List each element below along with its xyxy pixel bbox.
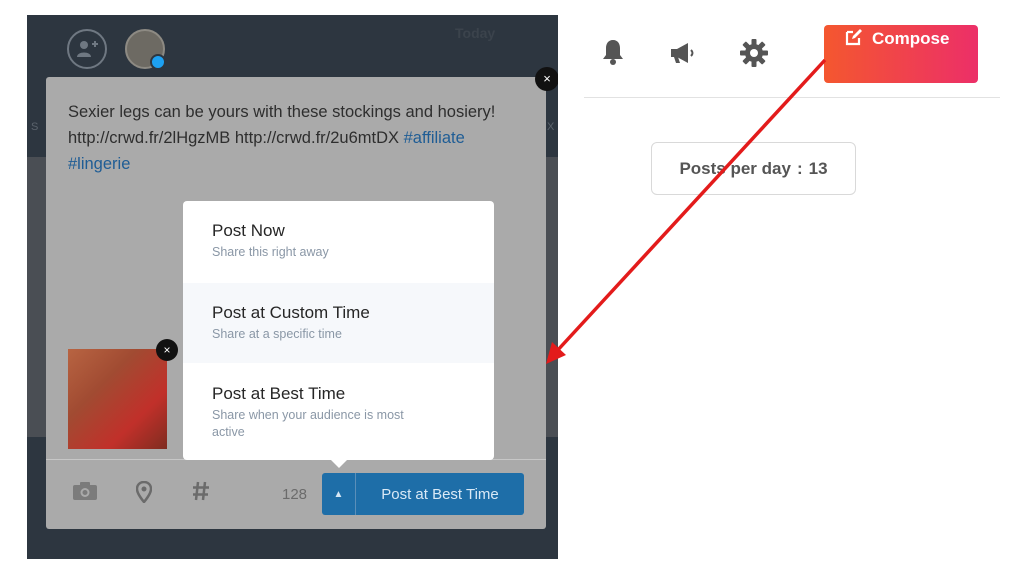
twitter-icon <box>150 54 166 70</box>
posts-per-day-label: Posts per day <box>679 158 791 178</box>
remove-image-button[interactable]: × <box>156 339 178 361</box>
character-count: 128 <box>282 486 308 503</box>
schedule-dropdown-toggle[interactable]: ▲ <box>322 473 356 515</box>
menu-item-title: Post at Best Time <box>212 384 346 403</box>
megaphone-icon[interactable] <box>669 42 697 69</box>
add-user-icon[interactable] <box>67 29 107 69</box>
edit-icon <box>844 27 864 52</box>
avatar[interactable] <box>125 29 166 70</box>
menu-pointer <box>331 460 347 468</box>
compose-label: Compose <box>872 29 950 48</box>
menu-item-subtitle: Share when your audience is most active <box>212 408 404 439</box>
menu-item-subtitle: Share at a specific time <box>212 327 342 341</box>
gear-icon[interactable] <box>739 38 769 73</box>
edge-text-left: S <box>31 121 39 133</box>
header-divider <box>584 97 1000 98</box>
hashtag-icon[interactable] <box>192 481 210 507</box>
posts-per-day-value: 13 <box>808 158 828 178</box>
posts-per-day-separator: : <box>796 158 803 178</box>
menu-item-subtitle: Share this right away <box>212 245 329 259</box>
edge-text-right: X <box>547 121 555 133</box>
post-button-label: Post at Best Time <box>381 485 499 503</box>
schedule-menu: Post Now Share this right away Post at C… <box>183 201 494 468</box>
post-at-best-time-button[interactable]: ▲ Post at Best Time <box>322 473 524 515</box>
menu-item-post-now[interactable]: Post Now Share this right away <box>183 221 494 261</box>
menu-item-title: Post Now <box>212 221 285 240</box>
camera-icon[interactable] <box>72 481 98 507</box>
menu-item-post-custom-time[interactable]: Post at Custom Time Share at a specific … <box>183 283 494 363</box>
bell-icon[interactable] <box>601 38 625 71</box>
attached-image <box>68 349 167 449</box>
menu-item-title: Post at Custom Time <box>212 303 370 322</box>
compose-button[interactable]: Compose <box>824 25 978 83</box>
close-icon[interactable]: × <box>535 67 558 91</box>
today-label: Today <box>455 25 496 41</box>
posts-per-day-box: Posts per day : 13 <box>651 142 856 195</box>
menu-item-post-best-time[interactable]: Post at Best Time Share when your audien… <box>183 384 494 441</box>
location-icon[interactable] <box>135 480 153 509</box>
post-text[interactable]: Sexier legs can be yours with these stoc… <box>68 99 508 177</box>
